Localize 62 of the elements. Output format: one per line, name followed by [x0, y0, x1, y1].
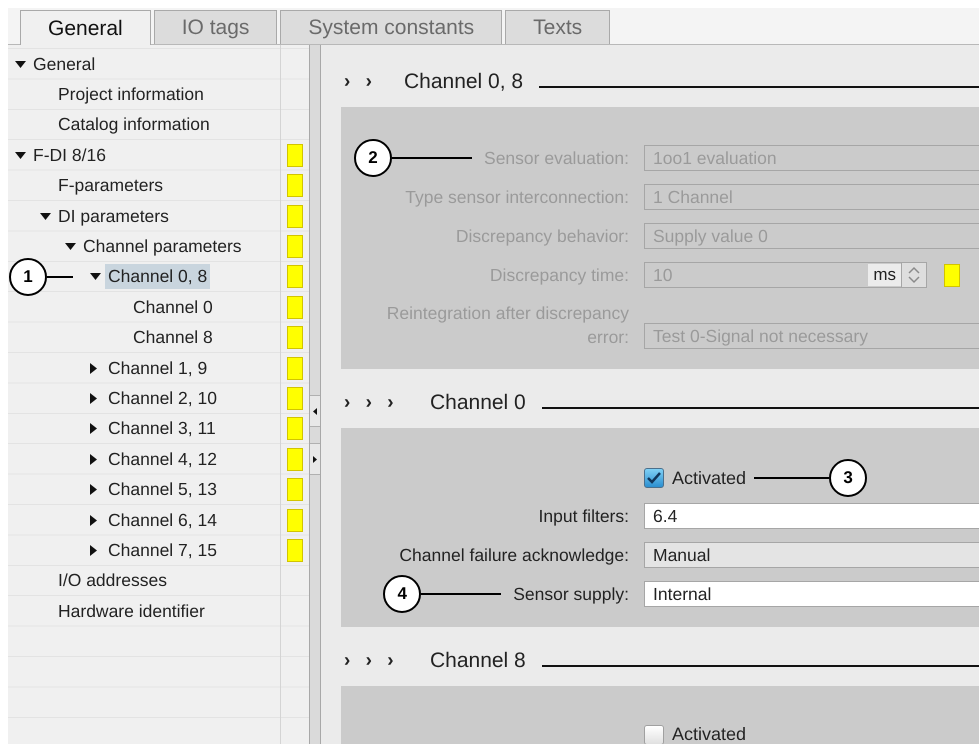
- tree-item[interactable]: Channel 6, 14: [105, 508, 220, 533]
- tree-item[interactable]: I/O addresses: [55, 568, 170, 594]
- section-title: Channel 8: [430, 649, 526, 673]
- caret-right-icon[interactable]: [90, 392, 97, 404]
- field-label: Channel failure acknowledge:: [399, 544, 629, 567]
- caret-right-icon[interactable]: [90, 544, 97, 556]
- input-field[interactable]: 6.4: [644, 503, 979, 529]
- tree-item[interactable]: F-parameters: [55, 173, 166, 198]
- triangle-left-icon: [313, 408, 317, 414]
- tree-item[interactable]: Channel 8: [130, 325, 216, 350]
- field-label: Input filters:: [538, 505, 629, 528]
- caret-right-icon[interactable]: [90, 454, 97, 465]
- field-label: Sensor supply:: [513, 583, 629, 606]
- tree-item[interactable]: General: [30, 52, 98, 77]
- checkbox[interactable]: [644, 724, 664, 744]
- callout-number: 1: [9, 258, 47, 296]
- caret-down-icon[interactable]: [90, 273, 101, 280]
- tree-item[interactable]: Channel 3, 11: [105, 416, 219, 442]
- leader-line: [47, 276, 73, 278]
- tab[interactable]: Texts: [505, 10, 610, 44]
- checkbox-label: Activated: [672, 468, 746, 488]
- tree-item[interactable]: Catalog information: [55, 112, 213, 138]
- checkbox-label: Activated: [672, 724, 746, 744]
- tree-item[interactable]: Channel 2, 10: [105, 386, 220, 411]
- tree-item[interactable]: DI parameters: [55, 204, 172, 229]
- input-field[interactable]: Manual: [644, 542, 979, 568]
- tree-item[interactable]: Channel 0: [130, 294, 216, 320]
- caret-right-icon[interactable]: [90, 362, 97, 374]
- tab[interactable]: IO tags: [154, 10, 278, 44]
- tree-item[interactable]: Channel 1, 9: [105, 356, 210, 381]
- level-marker: › › ›: [344, 392, 395, 414]
- checkbox[interactable]: [644, 468, 664, 488]
- callout-number: 3: [829, 459, 868, 497]
- tab[interactable]: System constants: [280, 10, 502, 44]
- checkmark-icon: [647, 472, 661, 484]
- level-marker: › › ›: [344, 650, 395, 672]
- callout-number: 2: [354, 139, 392, 177]
- tree-item[interactable]: Hardware identifier: [55, 598, 208, 624]
- tree-item[interactable]: Channel 7, 15: [105, 538, 220, 563]
- tree-item[interactable]: Channel 5, 13: [105, 477, 220, 502]
- section-title: Channel 0: [430, 391, 526, 415]
- triangle-right-icon: [313, 456, 317, 462]
- tree-item[interactable]: Channel parameters: [80, 234, 245, 260]
- caret-down-icon[interactable]: [15, 152, 26, 159]
- section-title: Channel 0, 8: [404, 70, 524, 94]
- caret-right-icon[interactable]: [90, 423, 97, 434]
- tree-item[interactable]: Channel 4, 12: [105, 446, 220, 472]
- expand-button[interactable]: [310, 443, 320, 475]
- unit-label: ms: [868, 264, 901, 286]
- up-down-arrows-icon: [908, 266, 920, 284]
- callout-number: 4: [383, 575, 422, 613]
- caret-right-icon[interactable]: [90, 514, 97, 526]
- input-field[interactable]: Internal: [644, 581, 979, 607]
- caret-down-icon[interactable]: [15, 60, 26, 68]
- caret-down-icon[interactable]: [65, 243, 76, 250]
- tree-item[interactable]: Channel 0, 8: [105, 264, 210, 290]
- caret-down-icon[interactable]: [40, 212, 51, 220]
- collapse-button[interactable]: [310, 395, 320, 427]
- tree-item[interactable]: F-DI 8/16: [30, 142, 109, 168]
- tree-item[interactable]: Project information: [55, 82, 207, 108]
- caret-right-icon[interactable]: [90, 484, 97, 496]
- tab[interactable]: General: [20, 10, 151, 46]
